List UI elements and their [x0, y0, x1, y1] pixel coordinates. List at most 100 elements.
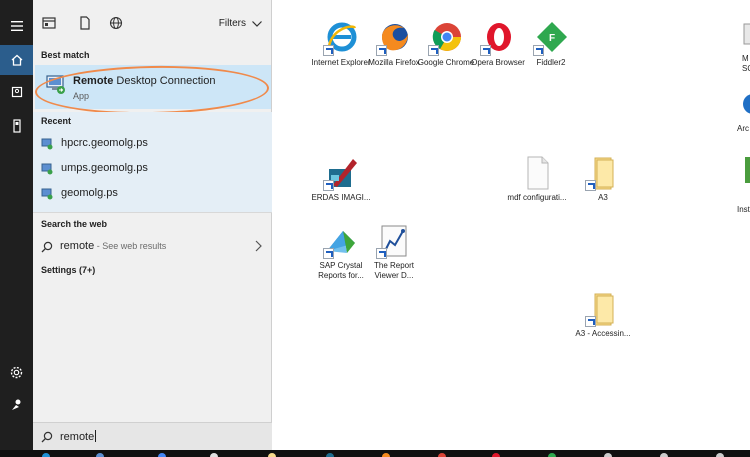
search-box[interactable]: remote — [33, 422, 272, 450]
filters-dropdown[interactable]: Filters — [219, 18, 262, 29]
recent-item[interactable]: geomolg.ps — [33, 182, 272, 206]
search-input[interactable]: remote — [60, 430, 97, 443]
taskbar-app-icon[interactable] — [382, 453, 390, 457]
taskbar-app-icon[interactable] — [158, 453, 166, 457]
recent-item-label: umps.geomolg.ps — [61, 162, 148, 174]
taskbar-app-icon[interactable] — [716, 453, 724, 457]
shortcut-arrow-icon — [376, 248, 387, 259]
settings-gear-icon[interactable] — [0, 357, 33, 387]
rdp-file-icon — [41, 163, 53, 175]
shortcut-arrow-icon — [428, 45, 439, 56]
web-query-suffix: - See web results — [94, 241, 167, 251]
start-rail — [0, 0, 33, 450]
recent-header: Recent — [41, 116, 72, 126]
shortcut-arrow-icon — [533, 45, 544, 56]
apps-icon[interactable] — [42, 16, 56, 30]
shortcut-arrow-icon — [585, 316, 596, 327]
screen: Filters Best match Remote Desktop Connec… — [0, 0, 750, 457]
desktop-icon-clipped[interactable]: Inst — [735, 155, 750, 215]
taskbar-app-icon[interactable] — [42, 453, 50, 457]
web-icon[interactable] — [109, 16, 123, 30]
taskbar-app-icon[interactable] — [492, 453, 500, 457]
folder-icon — [585, 291, 621, 327]
divider — [33, 212, 272, 213]
taskbar-app-icon[interactable] — [96, 453, 104, 457]
desktop-icon-label: ERDAS IMAGI... — [311, 193, 371, 202]
taskbar — [0, 450, 750, 457]
shortcut-arrow-icon — [585, 180, 596, 191]
report-viewer-icon — [376, 223, 412, 259]
search-icon — [41, 241, 53, 253]
folder-icon — [585, 155, 621, 191]
taskbar-app-icon[interactable] — [604, 453, 612, 457]
erdas-icon — [323, 155, 359, 191]
documents-icon[interactable] — [78, 16, 92, 30]
shortcut-arrow-icon — [376, 45, 387, 56]
desktop-icon-label: M SQL — [742, 54, 750, 73]
user-icon[interactable] — [0, 389, 33, 419]
firefox-icon — [376, 20, 412, 56]
desktop-icon-label: Fiddler2 — [536, 58, 566, 67]
rdp-file-icon — [41, 188, 53, 200]
filters-label: Filters — [218, 18, 246, 29]
text-caret — [95, 430, 97, 442]
best-match-header: Best match — [41, 50, 90, 60]
desktop-icon-erdas[interactable]: ERDAS IMAGI... — [311, 155, 371, 203]
desktop-icon-a3-accessin-folder[interactable]: A3 - Accessin... — [573, 291, 633, 339]
taskbar-app-icon[interactable] — [438, 453, 446, 457]
opera-icon — [480, 20, 516, 56]
search-panel: Filters Best match Remote Desktop Connec… — [33, 0, 272, 450]
shortcut-arrow-icon — [323, 180, 334, 191]
taskbar-app-icon[interactable] — [660, 453, 668, 457]
chrome-icon — [428, 20, 464, 56]
recent-item-label: hpcrc.geomolg.ps — [61, 137, 148, 149]
desktop-icon-label: The Report Viewer D... — [373, 261, 415, 280]
shortcut-arrow-icon — [480, 45, 491, 56]
taskbar-app-icon[interactable] — [326, 453, 334, 457]
desktop-icon-label: A3 - Accessin... — [575, 329, 631, 338]
taskbar-app-icon[interactable] — [268, 453, 276, 457]
settings-results[interactable]: Settings (7+) — [41, 265, 95, 275]
sap-crystal-icon — [323, 223, 359, 259]
app-icon — [745, 157, 750, 183]
recent-item-label: geomolg.ps — [61, 187, 118, 199]
recent-item[interactable]: umps.geomolg.ps — [33, 157, 272, 181]
rdp-file-icon — [41, 138, 53, 150]
app-icon — [743, 23, 750, 45]
chevron-down-icon — [252, 20, 262, 27]
desktop-icon-label: Inst — [737, 205, 750, 214]
desktop-icon-fiddler[interactable]: F Fiddler2 — [521, 20, 581, 68]
app-icon — [743, 94, 750, 114]
web-query: remote - See web results — [60, 240, 166, 252]
hamburger-icon[interactable] — [0, 11, 33, 41]
desktop-icon-clipped[interactable]: M SQL — [732, 20, 750, 80]
desktop-icon-internet-explorer[interactable]: Internet Explorer — [311, 20, 371, 68]
search-icon — [41, 431, 53, 443]
chevron-right-icon[interactable] — [255, 240, 262, 252]
desktop-icon-report-viewer[interactable]: The Report Viewer D... — [364, 223, 424, 281]
document-icon[interactable] — [0, 77, 33, 107]
desktop-icon-label: Arc M — [737, 124, 750, 133]
desktop-icon-mdf-config[interactable]: mdf configurati... — [507, 155, 567, 203]
shortcut-arrow-icon — [323, 248, 334, 259]
taskbar-app-icon[interactable] — [210, 453, 218, 457]
web-search-result[interactable]: remote - See web results — [33, 235, 272, 259]
taskbar-app-icon[interactable] — [548, 453, 556, 457]
desktop-icon-sap-crystal[interactable]: SAP Crystal Reports for... — [311, 223, 371, 281]
ie-icon — [323, 20, 359, 56]
desktop-icon-clipped[interactable]: Arc M — [735, 90, 750, 150]
search-input-value: remote — [60, 431, 95, 443]
desktop-icon-firefox[interactable]: Mozilla Firefox — [364, 20, 424, 68]
web-query-text: remote — [60, 240, 95, 252]
desktop-icon-a3-folder[interactable]: A3 — [573, 155, 633, 203]
search-web-header: Search the web — [41, 219, 108, 229]
desktop-icon-label: mdf configurati... — [507, 193, 567, 202]
home-icon[interactable] — [0, 45, 33, 75]
filter-tabs: Filters — [33, 8, 272, 36]
desktop-icon-chrome[interactable]: Google Chrome — [416, 20, 476, 68]
device-icon[interactable] — [0, 111, 33, 141]
desktop-icon-label: Mozilla Firefox — [368, 58, 420, 67]
desktop-icon-opera[interactable]: Opera Browser — [468, 20, 528, 68]
desktop-icon-label: Internet Explorer — [311, 58, 371, 67]
recent-item[interactable]: hpcrc.geomolg.ps — [33, 132, 272, 156]
